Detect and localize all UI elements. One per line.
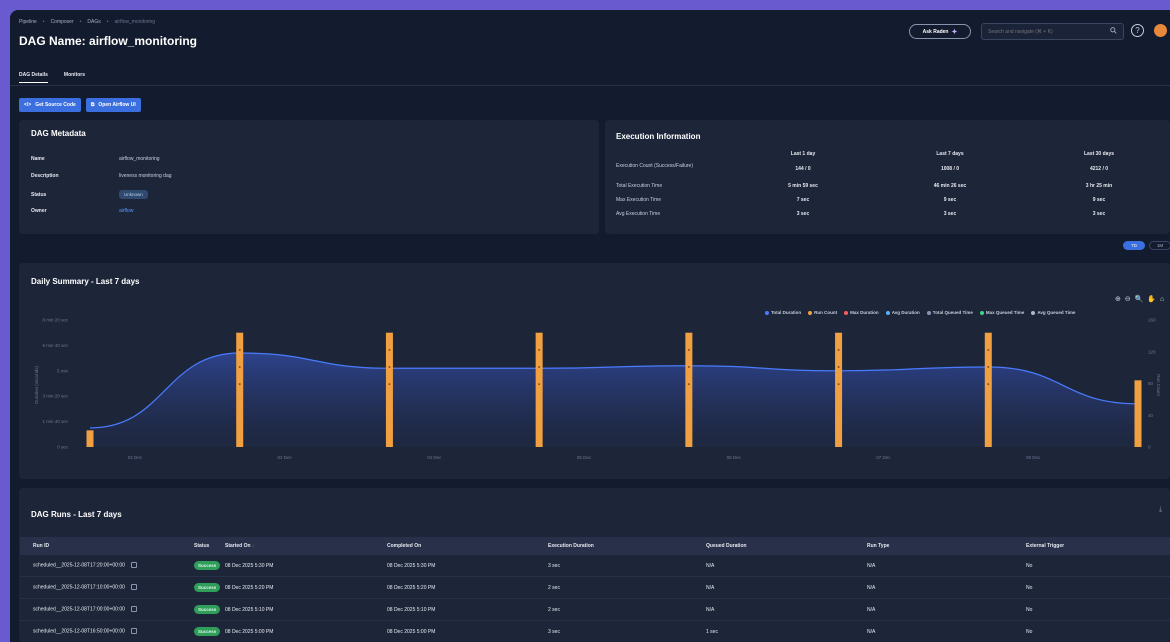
external-trigger-cell: No (1026, 628, 1033, 635)
column-header[interactable]: Queued Duration (706, 543, 747, 549)
duration-marker (837, 383, 840, 386)
run-id-link[interactable]: scheduled__2025-12-08T17:10:00+00:00 (33, 585, 125, 591)
started-on-cell: 08 Dec 2025 5:10 PM (225, 606, 274, 613)
duration-marker (538, 383, 541, 386)
queued-duration-cell: N/A (706, 606, 715, 613)
column-header-label: Started On (225, 543, 251, 549)
y-tick-label: 8 min 20 sec (42, 318, 68, 323)
started-on-cell: 08 Dec 2025 5:30 PM (225, 562, 274, 569)
run-type-cell: N/A (867, 606, 876, 613)
run-type-cell: N/A (867, 584, 876, 591)
x-tick-label: 03 Dec (277, 455, 292, 460)
run-id-cell: scheduled__2025-12-08T17:00:00+00:00 (33, 606, 137, 613)
table-row[interactable]: scheduled__2025-12-08T17:20:00+00:00 Suc… (20, 555, 1170, 577)
run-type-cell: N/A (867, 562, 876, 569)
y-tick-label: 5 min (57, 368, 69, 373)
duration-marker (388, 348, 391, 351)
execution-duration-cell: 2 sec (548, 584, 560, 591)
y-tick-label: 0 sec (57, 445, 69, 450)
daily-summary-chart: Duration (seconds) Run Count 8 min 20 se… (34, 318, 1161, 461)
y2-axis-label: Run Count (1156, 374, 1161, 396)
duration-marker (837, 348, 840, 351)
duration-marker (388, 383, 391, 386)
duration-marker (538, 348, 541, 351)
completed-on-cell: 08 Dec 2025 5:00 PM (387, 628, 436, 635)
queued-duration-cell: N/A (706, 562, 715, 569)
duration-marker (238, 383, 241, 386)
duration-marker (837, 365, 840, 368)
run-count-bar (86, 430, 94, 447)
started-on-cell: 08 Dec 2025 5:20 PM (225, 584, 274, 591)
duration-marker (987, 348, 990, 351)
external-link-icon[interactable] (130, 562, 137, 569)
queued-duration-cell: N/A (706, 584, 715, 591)
y-tick-label: 6 min 40 sec (42, 343, 68, 348)
completed-on-cell: 08 Dec 2025 5:10 PM (387, 606, 436, 613)
table-row[interactable]: scheduled__2025-12-08T16:50:00+00:00 Suc… (20, 621, 1170, 642)
external-link-icon[interactable] (130, 584, 137, 591)
execution-duration-cell: 3 sec (548, 628, 560, 635)
table-row[interactable]: scheduled__2025-12-08T17:00:00+00:00 Suc… (20, 599, 1170, 621)
started-on-cell: 08 Dec 2025 5:00 PM (225, 628, 274, 635)
run-type-cell: N/A (867, 628, 876, 635)
status-badge: Success (194, 605, 221, 614)
run-id-cell: scheduled__2025-12-08T17:10:00+00:00 (33, 584, 137, 591)
completed-on-cell: 08 Dec 2025 5:30 PM (387, 562, 436, 569)
duration-marker (987, 383, 990, 386)
external-link-icon[interactable] (130, 606, 137, 613)
column-header[interactable]: Run ID (33, 543, 49, 549)
x-tick-label: 02 Dec (128, 455, 143, 460)
y2-tick-label: 40 (1148, 413, 1154, 418)
x-tick-label: 08 Dec (1026, 455, 1041, 460)
app-window: Pipeline • Composer • DAGs • airflow_mon… (10, 10, 1170, 642)
duration-marker (987, 365, 990, 368)
status-badge: Success (194, 627, 221, 636)
column-header[interactable]: Completed On (387, 543, 421, 549)
run-id-link[interactable]: scheduled__2025-12-08T17:20:00+00:00 (33, 563, 125, 569)
duration-marker (687, 365, 690, 368)
run-count-bar (1134, 380, 1142, 447)
duration-marker (538, 365, 541, 368)
column-header[interactable]: External Trigger (1026, 543, 1064, 549)
run-id-cell: scheduled__2025-12-08T16:50:00+00:00 (33, 628, 137, 635)
execution-duration-cell: 3 sec (548, 562, 560, 569)
y2-tick-label: 80 (1148, 381, 1154, 386)
column-header[interactable]: Run Type (867, 543, 889, 549)
sort-icon: ↓ (251, 543, 255, 549)
duration-marker (238, 348, 241, 351)
status-badge: Success (194, 583, 221, 592)
execution-duration-cell: 2 sec (548, 606, 560, 613)
queued-duration-cell: 1 sec (706, 628, 718, 635)
duration-marker (388, 365, 391, 368)
run-id-cell: scheduled__2025-12-08T17:20:00+00:00 (33, 562, 137, 569)
table-header: Run ID Status Started On ↓ Completed On … (20, 537, 1170, 555)
y-tick-label: 3 min 20 sec (42, 394, 68, 399)
y2-tick-label: 0 (1148, 445, 1151, 450)
duration-marker (687, 348, 690, 351)
external-link-icon[interactable] (130, 628, 137, 635)
x-tick-label: 04 Dec (427, 455, 442, 460)
status-badge: Success (194, 561, 221, 570)
external-trigger-cell: No (1026, 562, 1033, 569)
completed-on-cell: 08 Dec 2025 5:20 PM (387, 584, 436, 591)
y-tick-label: 1 min 40 sec (42, 419, 68, 424)
download-icon[interactable]: ⤓ (1159, 506, 1162, 514)
table-row[interactable]: scheduled__2025-12-08T17:10:00+00:00 Suc… (20, 577, 1170, 599)
x-tick-label: 07 Dec (876, 455, 891, 460)
external-trigger-cell: No (1026, 584, 1033, 591)
duration-marker (238, 365, 241, 368)
column-header[interactable]: Status (194, 543, 209, 549)
external-trigger-cell: No (1026, 606, 1033, 613)
x-tick-label: 06 Dec (727, 455, 742, 460)
run-id-link[interactable]: scheduled__2025-12-08T16:50:00+00:00 (33, 629, 125, 635)
y2-tick-label: 120 (1148, 349, 1156, 354)
y2-tick-label: 160 (1148, 318, 1156, 323)
run-id-link[interactable]: scheduled__2025-12-08T17:00:00+00:00 (33, 607, 125, 613)
x-tick-label: 05 Dec (577, 455, 592, 460)
column-header[interactable]: Execution Duration (548, 543, 594, 549)
column-header[interactable]: Started On ↓ (225, 543, 254, 549)
dag-runs-title: DAG Runs - Last 7 days (31, 510, 122, 519)
duration-marker (687, 383, 690, 386)
y-axis-label: Duration (seconds) (34, 365, 39, 404)
